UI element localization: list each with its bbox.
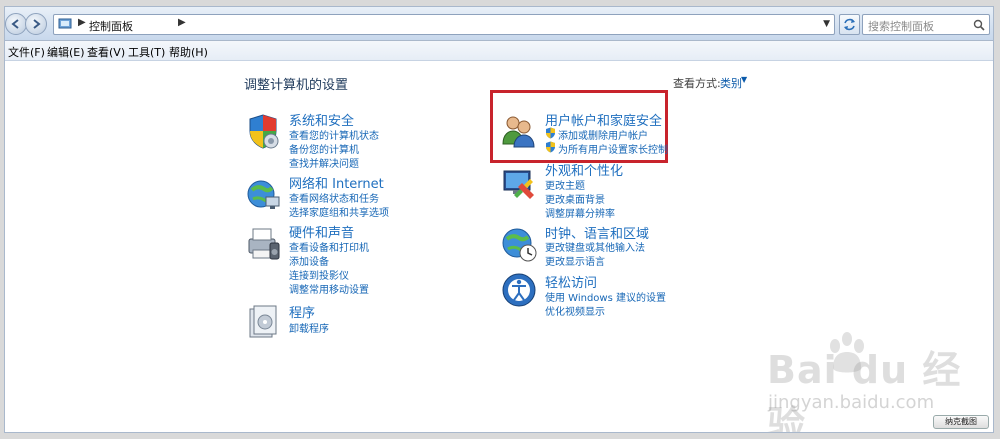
link-devices-printers[interactable]: 查看设备和打印机 [289, 239, 369, 254]
printer-icon[interactable] [244, 225, 282, 263]
users-icon[interactable] [500, 112, 538, 150]
forward-button[interactable] [25, 13, 47, 35]
link-screen-resolution[interactable]: 调整屏幕分辨率 [545, 205, 615, 220]
link-backup-computer[interactable]: 备份您的计算机 [289, 141, 359, 156]
appearance-icon[interactable] [500, 165, 538, 203]
link-connect-projector[interactable]: 连接到投影仪 [289, 267, 349, 282]
menu-view[interactable]: 查看(V) [87, 44, 125, 60]
uac-shield-icon [546, 127, 555, 139]
category-programs[interactable]: 程序 [289, 302, 315, 321]
link-change-display-language[interactable]: 更改显示语言 [545, 253, 605, 268]
search-input[interactable]: 搜索控制面板 [862, 14, 990, 35]
accessibility-icon[interactable] [500, 271, 538, 309]
uac-shield-icon [546, 141, 555, 153]
link-change-theme[interactable]: 更改主题 [545, 177, 585, 192]
control-panel-icon [58, 18, 72, 29]
menu-tools[interactable]: 工具(T) [128, 44, 165, 60]
viewby-dropdown[interactable]: 类别 [720, 75, 742, 91]
link-add-device[interactable]: 添加设备 [289, 253, 329, 268]
globe-clock-icon[interactable] [500, 225, 538, 263]
address-toolbar: ▶ 控制面板 ▶ ▼ 搜索控制面板 [5, 7, 993, 41]
link-mobility-settings[interactable]: 调整常用移动设置 [289, 281, 369, 296]
viewby-label: 查看方式: [673, 77, 721, 90]
link-parental-controls[interactable]: 为所有用户设置家长控制 [558, 141, 668, 156]
chevron-down-icon[interactable]: ▼ [823, 19, 830, 29]
link-recommended-settings[interactable]: 使用 Windows 建议的设置 [545, 289, 666, 304]
link-change-background[interactable]: 更改桌面背景 [545, 191, 605, 206]
menu-bar: 文件(F) 编辑(E) 查看(V) 工具(T) 帮助(H) [5, 41, 993, 61]
menu-file[interactable]: 文件(F) [8, 44, 45, 60]
link-add-remove-accounts[interactable]: 添加或删除用户帐户 [558, 127, 648, 142]
search-placeholder: 搜索控制面板 [868, 20, 934, 33]
link-network-status[interactable]: 查看网络状态和任务 [289, 190, 379, 205]
menu-edit[interactable]: 编辑(E) [47, 44, 85, 60]
chevron-down-icon[interactable]: ▼ [741, 75, 747, 84]
back-button[interactable] [5, 13, 27, 35]
link-uninstall-program[interactable]: 卸载程序 [289, 320, 329, 335]
network-icon[interactable] [244, 175, 282, 213]
screenshot-button[interactable]: 纳克截图 [933, 415, 989, 429]
search-icon[interactable] [973, 19, 985, 31]
chevron-right-icon[interactable]: ▶ [178, 17, 186, 28]
arrow-left-icon [11, 19, 19, 29]
address-bar[interactable]: ▶ 控制面板 ▶ ▼ [53, 14, 835, 35]
control-panel-window: ▶ 控制面板 ▶ ▼ 搜索控制面板 文件(F) 编辑(E) 查看(V) 工具(T… [4, 6, 994, 433]
refresh-icon [844, 18, 855, 31]
shield-icon[interactable] [244, 113, 282, 151]
link-homegroup[interactable]: 选择家庭组和共享选项 [289, 204, 389, 219]
breadcrumb-control-panel[interactable]: 控制面板 [89, 18, 133, 34]
link-optimize-video[interactable]: 优化视频显示 [545, 303, 605, 318]
link-view-computer-status[interactable]: 查看您的计算机状态 [289, 127, 379, 142]
arrow-right-icon [33, 19, 41, 29]
chevron-right-icon: ▶ [78, 17, 86, 28]
link-change-input-method[interactable]: 更改键盘或其他输入法 [545, 239, 645, 254]
refresh-button[interactable] [839, 14, 860, 35]
page-title: 调整计算机的设置 [244, 78, 349, 93]
link-troubleshoot[interactable]: 查找并解决问题 [289, 155, 359, 170]
watermark-url: jingyan.baidu.com [768, 392, 935, 413]
programs-icon[interactable] [244, 303, 282, 341]
menu-help[interactable]: 帮助(H) [169, 44, 208, 60]
